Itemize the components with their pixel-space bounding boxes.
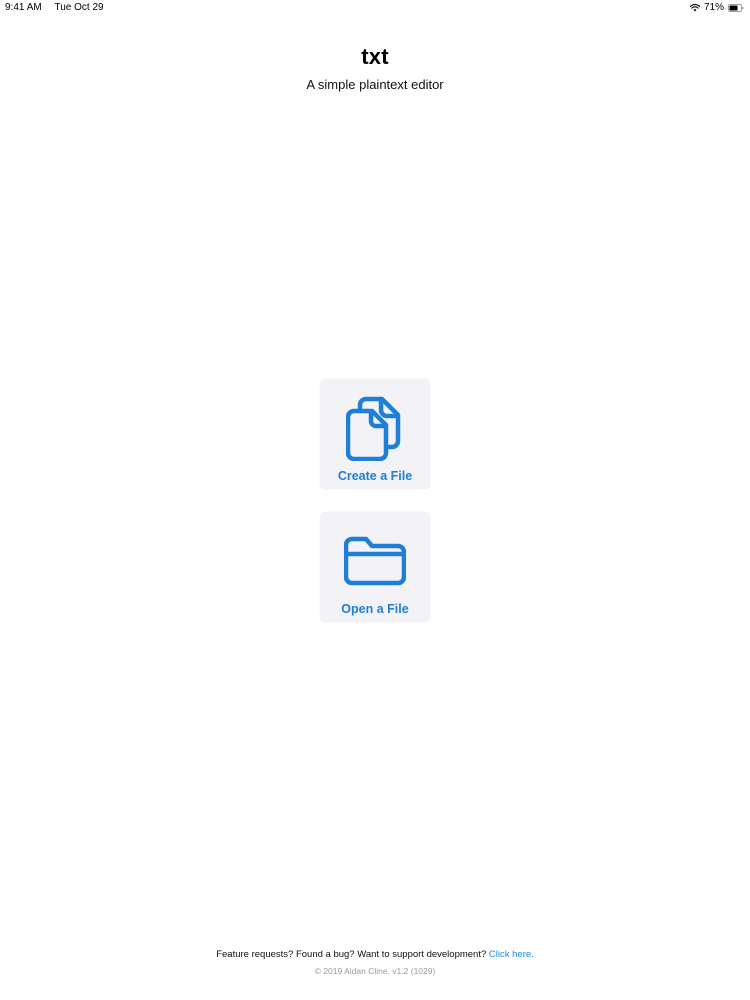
status-date: Tue Oct 29 [54, 2, 104, 13]
app-home-screen: 9:41 AM Tue Oct 29 71% txt A simple plai… [0, 0, 750, 1000]
footer-support-line: Feature requests? Found a bug? Want to s… [0, 949, 750, 960]
folder-icon [344, 536, 406, 586]
status-left: 9:41 AM Tue Oct 29 [5, 0, 104, 16]
footer-prompt: Feature requests? Found a bug? Want to s… [216, 949, 489, 960]
support-link[interactable]: Click here. [489, 949, 534, 960]
open-file-button[interactable]: Open a File [320, 512, 430, 622]
app-title: txt [361, 44, 389, 69]
status-right: 71% [689, 0, 744, 16]
wifi-icon [689, 4, 700, 12]
open-file-label: Open a File [341, 602, 409, 616]
app-subtitle: A simple plaintext editor [306, 77, 444, 92]
footer-copyright: © 2019 Aidan Cline, v1.2 (1029) [314, 966, 436, 976]
create-file-button[interactable]: Create a File [320, 379, 430, 489]
battery-percent: 71% [703, 2, 724, 13]
battery-icon [728, 4, 744, 12]
status-time: 9:41 AM [5, 2, 42, 13]
create-file-label: Create a File [337, 469, 413, 483]
status-bar: 9:41 AM Tue Oct 29 71% [0, 0, 750, 16]
documents-icon [346, 396, 401, 461]
